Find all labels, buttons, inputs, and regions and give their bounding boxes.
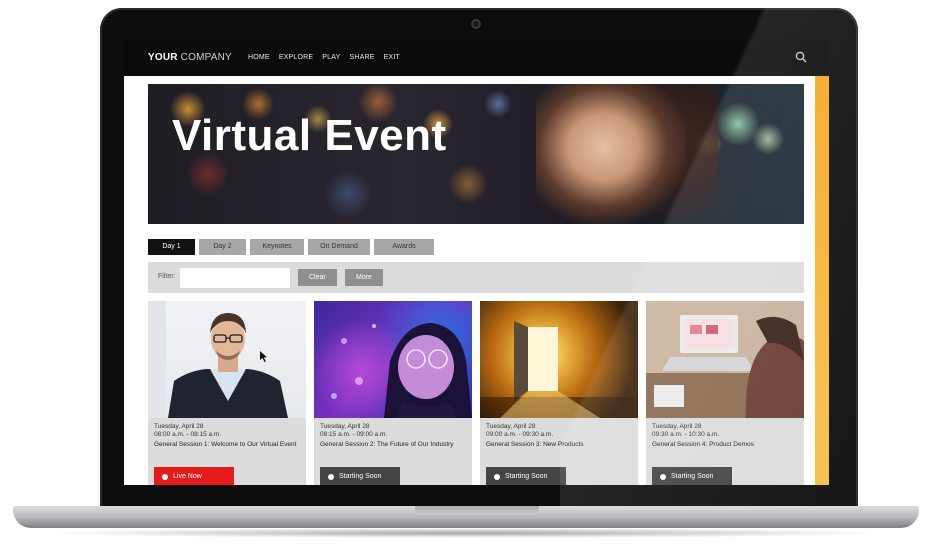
session-photo	[331, 323, 472, 418]
tab-day-2[interactable]: Day 2	[199, 239, 246, 255]
nav-home[interactable]: HOME	[248, 54, 270, 61]
presenter-photo	[148, 301, 288, 418]
tab-day-1[interactable]: Day 1	[148, 239, 195, 255]
main-nav: HOME EXPLORE PLAY SHARE EXIT	[248, 54, 400, 61]
session-thumbnail[interactable]	[480, 301, 638, 418]
laptop-user-photo	[646, 301, 804, 418]
filter-input[interactable]	[180, 268, 290, 288]
starting-soon-button[interactable]: Starting Soon	[652, 467, 732, 485]
live-now-button[interactable]: Live Now	[154, 467, 234, 485]
session-datetime: Tuesday, April 28 08:00 a.m. - 08:15 a.m.	[154, 423, 222, 438]
session-title[interactable]: General Session 2: The Future of Our Ind…	[320, 441, 454, 448]
session-datetime: Tuesday, April 28 08:15 a.m. - 09:00 a.m.	[320, 423, 388, 438]
search-icon[interactable]	[795, 51, 807, 63]
day-tabs: Day 1 Day 2 Keynotes On Demand Awards	[148, 239, 434, 255]
session-title[interactable]: General Session 1: Welcome to Our Virtua…	[154, 441, 296, 448]
main-content: Virtual Event Day 1 Day 2 Keynotes On De…	[124, 76, 829, 485]
hero-banner: Virtual Event	[148, 84, 804, 224]
session-title[interactable]: General Session 4: Product Demos	[652, 441, 754, 448]
nav-share[interactable]: SHARE	[349, 54, 374, 61]
nav-play[interactable]: PLAY	[322, 54, 340, 61]
tab-on-demand[interactable]: On Demand	[308, 239, 370, 255]
starting-soon-button[interactable]: Starting Soon	[486, 467, 566, 485]
session-title[interactable]: General Session 3: New Products	[486, 441, 584, 448]
starting-soon-button[interactable]: Starting Soon	[320, 467, 400, 485]
status-dot-icon	[660, 474, 666, 480]
laptop-shadow	[40, 528, 891, 538]
hero-photo-face	[536, 84, 686, 224]
more-button[interactable]: More	[345, 269, 383, 286]
filter-label: Filter:	[158, 273, 176, 280]
session-card[interactable]: Tuesday, April 28 08:15 a.m. - 09:00 a.m.…	[314, 301, 472, 485]
brand-logo[interactable]: YOUR COMPANY	[148, 52, 232, 63]
status-dot-icon	[328, 474, 334, 480]
accent-strip	[815, 76, 829, 485]
hero-title: Virtual Event	[172, 111, 447, 160]
status-dot-icon	[494, 474, 500, 480]
session-card[interactable]: Tuesday, April 28 09:00 a.m. - 09:30 a.m.…	[480, 301, 638, 485]
tab-awards[interactable]: Awards	[374, 239, 434, 255]
session-thumbnail[interactable]	[148, 301, 306, 418]
clear-button[interactable]: Clear	[298, 269, 337, 286]
session-card[interactable]: Tuesday, April 28 09:30 a.m. - 10:30 a.m.…	[646, 301, 804, 485]
top-navigation-bar: YOUR COMPANY HOME EXPLORE PLAY SHARE EXI…	[124, 39, 829, 76]
nav-explore[interactable]: EXPLORE	[279, 54, 313, 61]
tab-keynotes[interactable]: Keynotes	[250, 239, 304, 255]
nav-exit[interactable]: EXIT	[384, 54, 400, 61]
session-thumbnail[interactable]	[314, 301, 472, 418]
session-card[interactable]: Tuesday, April 28 08:00 a.m. - 08:15 a.m.…	[148, 301, 306, 485]
status-dot-icon	[162, 474, 168, 480]
camera-icon	[471, 19, 481, 29]
screen: YOUR COMPANY HOME EXPLORE PLAY SHARE EXI…	[124, 39, 829, 485]
door-photo	[480, 321, 638, 418]
laptop-notch	[415, 506, 539, 515]
session-datetime: Tuesday, April 28 09:30 a.m. - 10:30 a.m.	[652, 423, 720, 438]
session-datetime: Tuesday, April 28 09:00 a.m. - 09:30 a.m.	[486, 423, 554, 438]
filter-bar: Filter: Clear More	[148, 262, 804, 293]
session-thumbnail[interactable]	[646, 301, 804, 418]
